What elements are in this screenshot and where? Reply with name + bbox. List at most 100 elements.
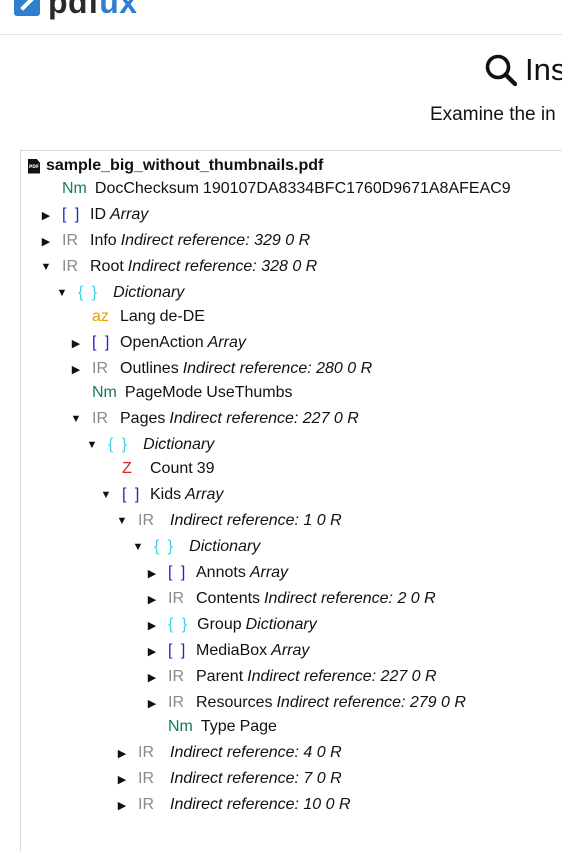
collapse-arrow-icon[interactable]: ▼ <box>100 489 112 501</box>
tree-node[interactable]: ▶ IR Parent Indirect reference: 227 0 R <box>146 666 437 688</box>
expand-arrow-icon[interactable]: ▶ <box>70 363 82 376</box>
node-value: Dictionary <box>143 436 215 453</box>
logo-text: pdfux <box>48 0 138 20</box>
tree-node[interactable]: ▶ IR Indirect reference: 7 0 R <box>116 768 342 790</box>
type-badge: Nm <box>168 718 193 735</box>
expand-arrow-icon[interactable]: ▶ <box>146 671 158 684</box>
tree-node[interactable]: ▼ { } Dictionary <box>56 282 185 304</box>
node-value: Indirect reference: 7 0 R <box>170 770 342 787</box>
node-value: Indirect reference: 1 0 R <box>170 512 342 529</box>
node-value: Indirect reference: 2 0 R <box>264 590 436 607</box>
tree-node: ▶ZCount39 <box>100 458 215 480</box>
node-value: Indirect reference: 227 0 R <box>169 410 359 427</box>
expand-arrow-icon[interactable]: ▶ <box>116 799 128 812</box>
node-key: Parent <box>196 668 244 685</box>
tree-node[interactable]: ▶ [ ] ID Array <box>40 204 148 226</box>
expand-arrow-icon[interactable]: ▶ <box>146 619 158 632</box>
type-badge: IR <box>168 590 184 607</box>
type-badge: IR <box>138 744 154 761</box>
node-value: Array <box>271 642 310 659</box>
node-value: Indirect reference: 280 0 R <box>182 360 373 377</box>
tree-node[interactable]: ▼ { } Dictionary <box>132 536 261 558</box>
expand-arrow-icon[interactable]: ▶ <box>70 337 82 350</box>
tree-node: ▶NmDocChecksum190107DA8334BFC1760D9671A8… <box>40 178 511 200</box>
tree-node[interactable]: ▶ [ ] Annots Array <box>146 562 288 584</box>
tree-node[interactable]: ▶ IR Indirect reference: 10 0 R <box>116 794 351 816</box>
type-badge: [ ] <box>168 564 188 581</box>
expand-arrow-icon[interactable]: ▶ <box>146 567 158 580</box>
type-badge: [ ] <box>168 642 188 659</box>
type-badge: IR <box>138 796 154 813</box>
tree-node: ▶NmTypePage <box>146 716 277 738</box>
tree-node[interactable]: ▶ IR Indirect reference: 4 0 R <box>116 742 342 764</box>
node-key: DocChecksum <box>94 180 199 197</box>
collapse-arrow-icon[interactable]: ▼ <box>116 515 128 527</box>
node-value: Array <box>207 334 246 351</box>
page-title: Ins <box>525 52 562 87</box>
expand-arrow-icon[interactable]: ▶ <box>116 747 128 760</box>
expand-arrow-icon[interactable]: ▶ <box>146 645 158 658</box>
collapse-arrow-icon[interactable]: ▼ <box>86 439 98 451</box>
tree-node[interactable]: ▶ IR Resources Indirect reference: 279 0 R <box>146 692 466 714</box>
node-value: Indirect reference: 329 0 R <box>120 232 311 249</box>
pdf-file-icon <box>28 158 40 174</box>
tree-node[interactable]: ▶ IR Outlines Indirect reference: 280 0 R <box>70 358 372 380</box>
type-badge: Z <box>122 460 132 477</box>
node-value: Array <box>110 206 149 223</box>
node-key: Group <box>197 616 242 633</box>
tree-node[interactable]: ▶ [ ] OpenAction Array <box>70 332 246 354</box>
tree-node[interactable]: ▼ [ ] Kids Array <box>100 484 224 506</box>
expand-arrow-icon[interactable]: ▶ <box>40 235 52 248</box>
node-key: Info <box>90 232 117 249</box>
node-key: Count <box>150 460 193 477</box>
node-value: Indirect reference: 4 0 R <box>170 744 342 761</box>
expand-arrow-icon[interactable]: ▶ <box>146 593 158 606</box>
type-badge: { } <box>168 616 190 633</box>
type-badge: { } <box>108 436 130 453</box>
type-badge: IR <box>168 694 184 711</box>
tree-root-file[interactable]: sample_big_without_thumbnails.pdf <box>28 156 323 176</box>
node-key: Annots <box>196 564 246 581</box>
collapse-arrow-icon[interactable]: ▼ <box>70 413 82 425</box>
node-value: Indirect reference: 279 0 R <box>276 694 466 711</box>
type-badge: [ ] <box>92 334 112 351</box>
node-value: UseThumbs <box>206 384 293 401</box>
node-key: Contents <box>196 590 261 607</box>
pdfux-logo[interactable]: pdfux <box>14 0 138 21</box>
node-value: Dictionary <box>245 616 317 633</box>
tree-node[interactable]: ▶ { } Group Dictionary <box>146 614 317 636</box>
node-key: Lang <box>120 308 156 325</box>
tree-node: ▶NmPageModeUseThumbs <box>70 382 293 404</box>
node-key: ID <box>90 206 106 223</box>
tree-node[interactable]: ▼ IR Indirect reference: 1 0 R <box>116 510 342 532</box>
node-key: Resources <box>196 694 273 711</box>
collapse-arrow-icon[interactable]: ▼ <box>132 541 144 553</box>
collapse-arrow-icon[interactable]: ▼ <box>56 287 68 299</box>
collapse-arrow-icon[interactable]: ▼ <box>40 261 52 273</box>
node-value: 190107DA8334BFC1760D9671A8AFEAC9 <box>202 180 511 197</box>
type-badge: { } <box>78 284 100 301</box>
expand-arrow-icon[interactable]: ▶ <box>146 697 158 710</box>
expand-arrow-icon[interactable]: ▶ <box>40 209 52 222</box>
logo-icon <box>14 0 40 16</box>
tree-node[interactable]: ▼ { } Dictionary <box>86 434 215 456</box>
node-key: OpenAction <box>120 334 204 351</box>
tree-node[interactable]: ▶ [ ] MediaBox Array <box>146 640 310 662</box>
tree-node[interactable]: ▼ IR Root Indirect reference: 328 0 R <box>40 256 318 278</box>
node-value: Indirect reference: 227 0 R <box>247 668 437 685</box>
node-key: Pages <box>120 410 166 427</box>
tree-node[interactable]: ▼ IR Pages Indirect reference: 227 0 R <box>70 408 359 430</box>
file-name: sample_big_without_thumbnails.pdf <box>46 157 324 174</box>
node-value: 39 <box>196 460 215 477</box>
node-value: Page <box>239 718 277 735</box>
expand-arrow-icon[interactable]: ▶ <box>116 773 128 786</box>
app-header: pdfux <box>0 0 562 35</box>
tree-node[interactable]: ▶ IR Info Indirect reference: 329 0 R <box>40 230 310 252</box>
tree-node: ▶azLangde-DE <box>70 306 205 328</box>
node-key: MediaBox <box>196 642 268 659</box>
tree-node[interactable]: ▶ IR Contents Indirect reference: 2 0 R <box>146 588 436 610</box>
node-value: Dictionary <box>113 284 185 301</box>
type-badge: Nm <box>62 180 87 197</box>
type-badge: [ ] <box>122 486 142 503</box>
node-value: Indirect reference: 328 0 R <box>127 258 318 275</box>
